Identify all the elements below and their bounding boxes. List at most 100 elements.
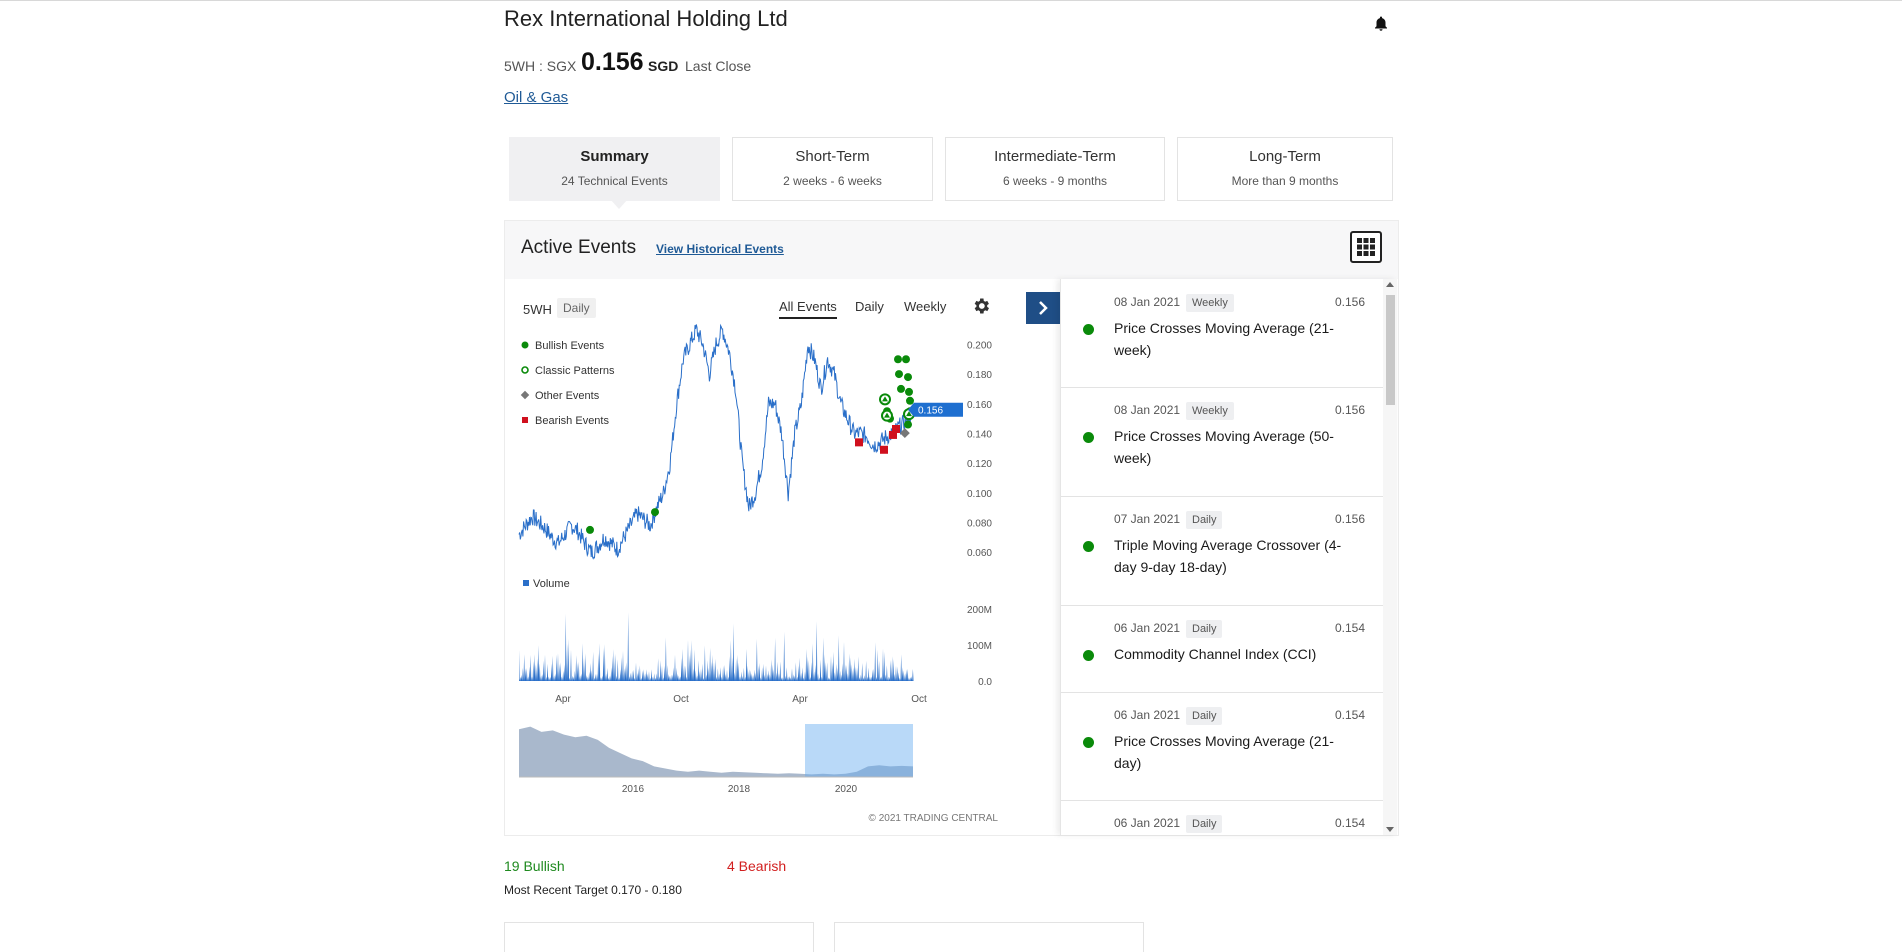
tab-label: Long-Term — [1249, 148, 1321, 165]
event-date: 08 Jan 2021 — [1114, 403, 1181, 417]
event-name: Triple Moving Average Crossover (4-day 9… — [1114, 537, 1342, 575]
event-row[interactable]: 07 Jan 2021 Daily 0.156 Triple Moving Avera… — [1061, 496, 1383, 606]
bearish-event-marker — [892, 425, 900, 433]
event-value: 0.154 — [1334, 816, 1365, 830]
bottom-card — [834, 922, 1144, 952]
event-name: Commodity Channel Index (CCI) — [1114, 646, 1317, 662]
event-row[interactable]: 06 Jan 2021 Daily 0.154 Price Crosses Movin… — [1061, 692, 1383, 801]
panel-header: Active Events View Historical Events — [505, 221, 1398, 279]
y-tick-label: 0.080 — [967, 518, 992, 529]
tab-intermediate-term[interactable]: Intermediate-Term 6 weeks - 9 months — [945, 137, 1165, 201]
volume-legend-icon — [523, 580, 529, 586]
scroll-thumb[interactable] — [1386, 295, 1395, 405]
bullish-event-marker — [906, 396, 914, 405]
last-close-label: Last Close — [685, 58, 752, 74]
bullish-event-marker — [897, 384, 905, 393]
y-tick-label: 0.100 — [967, 489, 992, 500]
volume-label: Volume — [533, 578, 570, 590]
event-date: 06 Jan 2021 — [1114, 708, 1181, 722]
bell-icon[interactable] — [1372, 14, 1390, 34]
events-list[interactable]: 08 Jan 2021 Weekly 0.156 Price Crosses Movi… — [1060, 279, 1397, 835]
volume-tick-label: 200M — [967, 605, 992, 616]
bearish-event-marker — [855, 438, 863, 447]
event-date: 07 Jan 2021 — [1114, 512, 1181, 526]
tab-short-term[interactable]: Short-Term 2 weeks - 6 weeks — [732, 137, 933, 201]
last-price: 0.156 — [581, 48, 644, 76]
event-name: Price Crosses Moving Average (50-week) — [1114, 428, 1334, 466]
bullish-count: 19 Bullish — [504, 858, 565, 874]
bullish-dot-icon — [1083, 650, 1094, 661]
y-tick-label: 0.140 — [967, 429, 992, 440]
event-value: 0.154 — [1334, 708, 1365, 722]
tab-label: Intermediate-Term — [994, 148, 1116, 165]
view-historical-events-link[interactable]: View Historical Events — [656, 242, 784, 256]
bullish-dot-icon — [1083, 432, 1094, 443]
tab-long-term[interactable]: Long-Term More than 9 months — [1177, 137, 1393, 201]
collapse-chart-button[interactable] — [1026, 292, 1060, 324]
event-frequency-badge: Daily — [1186, 511, 1223, 529]
event-value: 0.154 — [1334, 621, 1365, 635]
bullish-event-marker — [904, 373, 912, 382]
currency-label: SGD — [648, 58, 679, 74]
grid-view-button[interactable] — [1350, 231, 1382, 263]
event-date: 06 Jan 2021 — [1114, 816, 1181, 830]
bullish-event-marker — [902, 355, 910, 364]
navigator-selection-window — [805, 724, 913, 777]
tab-label: Summary — [580, 148, 649, 165]
price-line — [518, 323, 914, 560]
last-price-tag-label: 0.156 — [918, 406, 943, 417]
events-scrollbar[interactable] — [1383, 279, 1397, 835]
legend-bullish-icon — [521, 341, 529, 349]
chart-area: 5WH Daily All Events Daily Weekly Bullis… — [505, 279, 1060, 835]
event-name: Price Crosses Moving Average (21-day) — [1114, 733, 1334, 771]
volume-bars — [519, 612, 914, 681]
y-tick-label: 0.060 — [967, 548, 992, 559]
x-tick-label: Oct — [911, 694, 927, 705]
event-value: 0.156 — [1334, 295, 1365, 309]
legend-label: Classic Patterns — [535, 365, 615, 377]
navigator-tick-label: 2020 — [835, 784, 858, 795]
bottom-card — [504, 922, 814, 952]
chevron-right-icon — [1039, 301, 1048, 315]
bullish-event-marker — [651, 508, 659, 517]
bullish-event-marker — [904, 420, 912, 429]
navigator-tick-label: 2016 — [622, 784, 645, 795]
chart-copyright: © 2021 TRADING CENTRAL — [869, 813, 999, 824]
sector-link[interactable]: Oil & Gas — [504, 89, 568, 106]
legend-other-icon — [520, 390, 530, 400]
event-frequency-badge: Daily — [1186, 620, 1223, 638]
x-tick-label: Apr — [792, 694, 808, 705]
event-row[interactable]: 08 Jan 2021 Weekly 0.156 Price Crosses Movi… — [1061, 387, 1383, 497]
tab-sublabel: 6 weeks - 9 months — [1002, 174, 1108, 188]
y-tick-label: 0.120 — [967, 459, 992, 470]
tab-sublabel: 24 Technical Events — [561, 174, 668, 188]
tab-summary[interactable]: Summary 24 Technical Events — [509, 137, 720, 201]
bullish-event-marker — [905, 387, 913, 396]
event-value: 0.156 — [1334, 512, 1365, 526]
event-date: 08 Jan 2021 — [1114, 295, 1181, 309]
active-events-panel: Active Events View Historical Events 5WH… — [504, 220, 1399, 836]
bearish-event-marker — [880, 445, 888, 454]
event-frequency-badge: Weekly — [1186, 294, 1234, 312]
event-row[interactable]: 08 Jan 2021 Weekly 0.156 Price Crosses Movi… — [1061, 279, 1383, 388]
ticker-label: 5WH : SGX — [504, 58, 577, 74]
bullish-event-marker — [586, 525, 594, 534]
event-row[interactable]: 06 Jan 2021 Daily 0.154 — [1061, 800, 1383, 835]
tab-sublabel: 2 weeks - 6 weeks — [783, 174, 882, 188]
tab-label: Short-Term — [795, 148, 870, 165]
x-tick-label: Apr — [555, 694, 571, 705]
event-name: Price Crosses Moving Average (21-week) — [1114, 320, 1334, 358]
event-frequency-badge: Weekly — [1186, 402, 1234, 420]
event-value: 0.156 — [1334, 403, 1365, 417]
bullish-dot-icon — [1083, 324, 1094, 335]
company-title: Rex International Holding Ltd — [504, 6, 788, 31]
bearish-count: 4 Bearish — [727, 858, 787, 874]
legend-label: Other Events — [535, 390, 600, 402]
y-tick-label: 0.160 — [967, 400, 992, 411]
y-tick-label: 0.180 — [967, 370, 992, 381]
scroll-down-arrow[interactable] — [1386, 827, 1394, 832]
scroll-up-arrow[interactable] — [1386, 282, 1394, 287]
event-row[interactable]: 06 Jan 2021 Daily 0.154 Commodity Channel I… — [1061, 605, 1383, 693]
recent-target: Most Recent Target 0.170 - 0.180 — [504, 883, 682, 897]
x-tick-label: Oct — [673, 694, 689, 705]
